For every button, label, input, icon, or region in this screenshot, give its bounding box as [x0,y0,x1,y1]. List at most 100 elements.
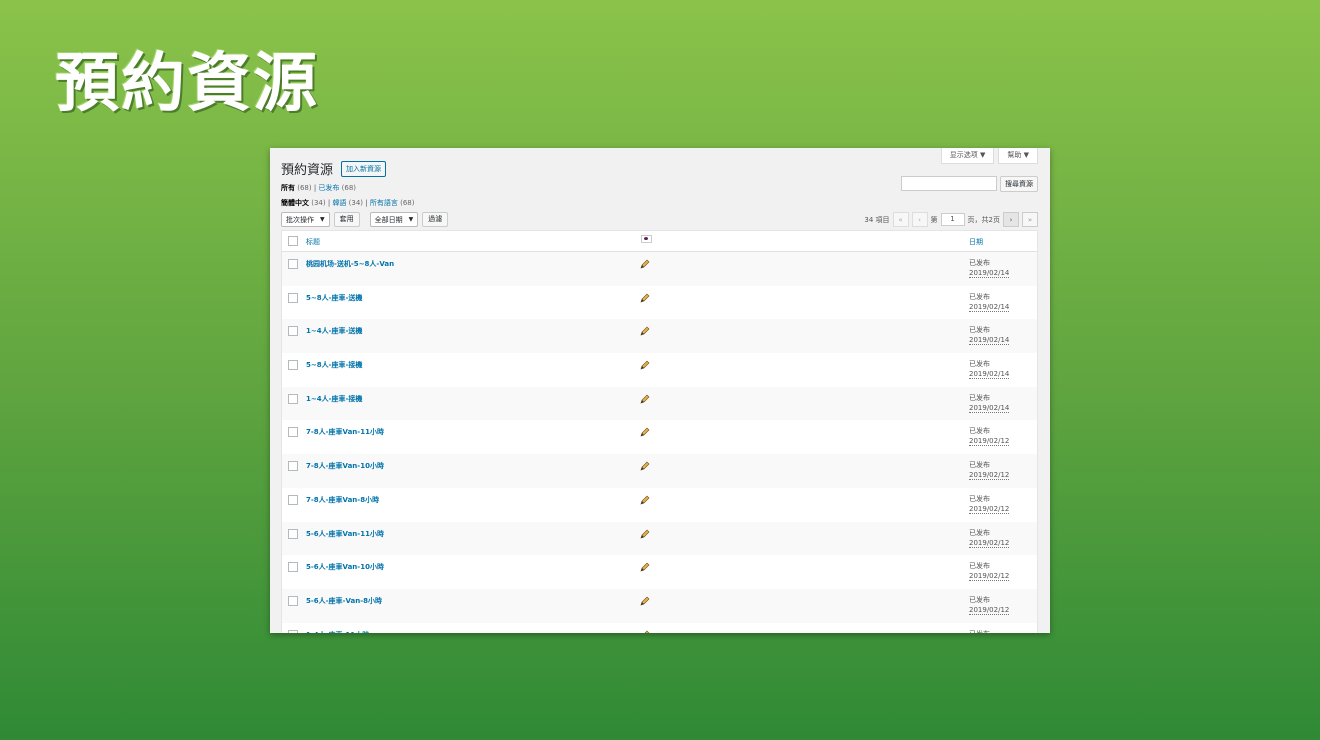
screen-options-button[interactable]: 显示选项 ▼ [940,148,995,164]
table-row: 5~8人-座車-接機 已发布 2019/02/14 [282,353,1037,387]
select-all-checkbox[interactable] [288,236,298,246]
last-page-button[interactable]: » [1022,212,1038,227]
filter-lang-zh-count: (34) [311,199,326,207]
table-header: 标题 日期 [282,231,1037,252]
pencil-icon[interactable] [640,259,650,269]
row-title-link[interactable]: 7-8人-座車Van-10小時 [306,461,384,471]
filter-lang-ko-count: (34) [348,199,364,207]
table-row: 桃园机场-送机-5~8人-Van 已发布 2019/02/14 [282,252,1037,286]
row-title-link[interactable]: 5-6人-座車Van-10小時 [306,562,384,572]
row-title-link[interactable]: 桃园机场-送机-5~8人-Van [306,259,394,269]
row-checkbox[interactable] [288,427,298,438]
page-prefix: 第 [930,215,938,224]
pencil-icon[interactable] [640,562,650,572]
pencil-icon[interactable] [640,529,650,539]
row-status: 已发布 [969,393,990,402]
current-page-input[interactable]: 1 [940,213,965,226]
row-date: 2019/02/12 [969,605,1010,615]
admin-screenshot: 显示选项 ▼ 幫助 ▼ 預約資源 加入新資源 搜尋資源 所有 (68) | 已发… [270,148,1050,633]
table-row: 1~4人-座車-送機 已发布 2019/02/14 [282,319,1037,354]
pencil-icon[interactable] [640,427,650,437]
date-filter-value: 全部日期 [374,215,403,224]
row-date: 2019/02/12 [969,504,1010,514]
column-title-header[interactable]: 标题 [306,237,320,247]
page-suffix: 页，共2页 [967,215,1000,224]
row-title-link[interactable]: 1~4人-座車-送機 [306,326,362,336]
bulk-actions-area: 批次操作 ▼ 套用 全部日期 ▼ 過濾 [281,212,449,227]
row-status: 已发布 [969,360,990,369]
page-title-row: 預約資源 加入新資源 [281,159,387,178]
row-checkbox[interactable] [288,528,298,539]
apply-button[interactable]: 套用 [333,212,360,227]
row-date: 2019/02/14 [969,302,1010,312]
help-button[interactable]: 幫助 ▼ [998,148,1038,164]
row-status: 已发布 [969,461,990,470]
pencil-icon[interactable] [640,596,650,606]
pencil-icon[interactable] [640,630,650,633]
scrollbar[interactable] [1040,148,1050,633]
row-title-link[interactable]: 7-8人-座車Van-11小時 [306,427,384,437]
row-date: 2019/02/12 [969,437,1010,447]
bulk-action-select[interactable]: 批次操作 ▼ [281,212,330,227]
pencil-icon[interactable] [640,326,650,336]
row-date: 2019/02/12 [969,538,1010,548]
prev-page-button: ‹ [911,212,928,227]
row-checkbox[interactable] [288,562,298,573]
row-checkbox[interactable] [288,393,298,404]
row-date: 2019/02/14 [969,269,1010,278]
row-checkbox[interactable] [288,326,298,337]
row-title-link[interactable]: 5-6人-座車-Van-8小時 [306,596,382,606]
resources-table: 标题 日期 桃园机场-送机-5~8人-Van 已发布 2019/02/14 5~8人-… [281,230,1038,633]
page-title: 預約資源 [281,163,334,178]
table-row: 1-4人-座車-11小時 已发布 [282,623,1037,633]
table-row: 1~4人-座車-接機 已发布 2019/02/14 [282,386,1037,421]
filter-published[interactable]: 已发布 [318,184,339,192]
row-checkbox[interactable] [288,595,298,606]
row-title-link[interactable]: 5~8人-座車-送機 [306,293,362,303]
row-checkbox[interactable] [288,292,298,303]
filter-lang-zh[interactable]: 簡體中文 [281,199,309,207]
items-count: 34 項目 [864,215,890,224]
date-filter-select[interactable]: 全部日期 ▼ [369,212,419,227]
screen-meta-links: 显示选项 ▼ 幫助 ▼ [940,148,1038,164]
pencil-icon[interactable] [640,293,650,303]
row-status: 已发布 [969,595,990,604]
search-button[interactable]: 搜尋資源 [1000,176,1038,192]
row-title-link[interactable]: 1~4人-座車-接機 [306,394,362,404]
pencil-icon[interactable] [640,461,650,471]
row-checkbox[interactable] [288,360,298,371]
row-status: 已发布 [969,629,990,633]
row-title-link[interactable]: 5-6人-座車Van-11小時 [306,529,384,539]
table-row: 5-6人-座車-Van-8小時 已发布 2019/02/12 [282,588,1037,623]
row-date: 2019/02/14 [969,336,1010,346]
row-date: 2019/02/12 [969,572,1010,582]
row-title-link[interactable]: 1-4人-座車-11小時 [306,630,369,633]
next-page-button[interactable]: › [1003,212,1019,227]
row-checkbox[interactable] [288,494,298,505]
search-input[interactable] [901,176,997,191]
row-status: 已发布 [969,494,990,503]
row-checkbox[interactable] [288,461,298,472]
filter-lang-ko[interactable]: 韓語 [332,199,346,207]
row-title-link[interactable]: 5~8人-座車-接機 [306,360,362,370]
row-date: 2019/02/14 [969,403,1010,413]
row-checkbox[interactable] [288,259,298,269]
row-status: 已发布 [969,528,990,537]
column-date-header[interactable]: 日期 [969,237,983,247]
add-new-resource-button[interactable]: 加入新資源 [341,160,387,177]
filter-lang-all[interactable]: 所有語言 [370,199,398,207]
table-row: 5-6人-座車Van-11小時 已发布 2019/02/12 [282,521,1037,556]
filter-button[interactable]: 過濾 [422,212,449,227]
table-row: 7-8人-座車Van-8小時 已发布 2019/02/12 [282,488,1037,522]
row-checkbox[interactable] [288,629,298,633]
table-body: 桃园机场-送机-5~8人-Van 已发布 2019/02/14 5~8人-座車-送機已… [282,252,1037,633]
status-filter: 所有 (68) | 已发布 (68) [281,183,356,193]
row-title-link[interactable]: 7-8人-座車Van-8小時 [306,495,379,505]
filter-all[interactable]: 所有 [281,184,295,192]
row-status: 已发布 [969,427,990,436]
pencil-icon[interactable] [640,495,650,505]
pencil-icon[interactable] [640,360,650,370]
tablenav-top: 批次操作 ▼ 套用 全部日期 ▼ 過濾 34 項目 « ‹ 第 1 页，共2页 … [281,212,1038,227]
pencil-icon[interactable] [640,394,650,404]
row-status: 已发布 [969,259,990,267]
